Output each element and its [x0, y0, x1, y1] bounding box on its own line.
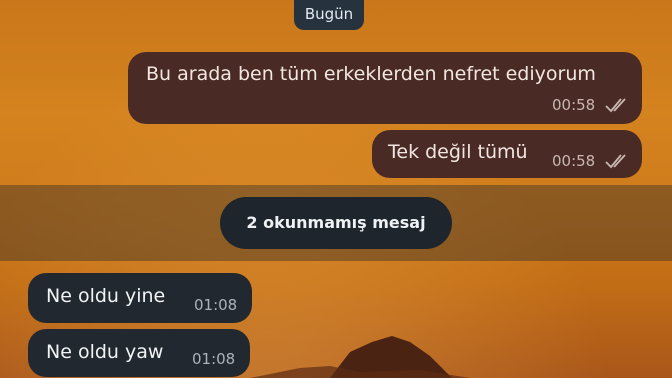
date-separator: Bugün	[294, 0, 364, 30]
message-text: Ne oldu yaw	[46, 341, 164, 363]
message-text: Ne oldu yine	[46, 285, 166, 307]
incoming-message[interactable]: Ne oldu yaw 01:08	[28, 329, 250, 377]
outgoing-message[interactable]: Tek değil tümü 00:58	[372, 130, 642, 178]
message-text: Tek değil tümü	[388, 141, 528, 163]
unread-messages-banner[interactable]: 2 okunmamış mesaj	[220, 197, 452, 249]
message-time: 00:58	[552, 152, 596, 170]
message-time: 01:08	[192, 350, 236, 368]
double-check-icon	[604, 97, 632, 117]
outgoing-message[interactable]: Bu arada ben tüm erkeklerden nefret ediy…	[128, 52, 642, 124]
message-time: 00:58	[552, 96, 596, 114]
incoming-message[interactable]: Ne oldu yine 01:08	[28, 273, 252, 323]
double-check-icon	[604, 153, 632, 173]
message-text: Bu arada ben tüm erkeklerden nefret ediy…	[146, 63, 596, 85]
message-time: 01:08	[194, 296, 238, 314]
